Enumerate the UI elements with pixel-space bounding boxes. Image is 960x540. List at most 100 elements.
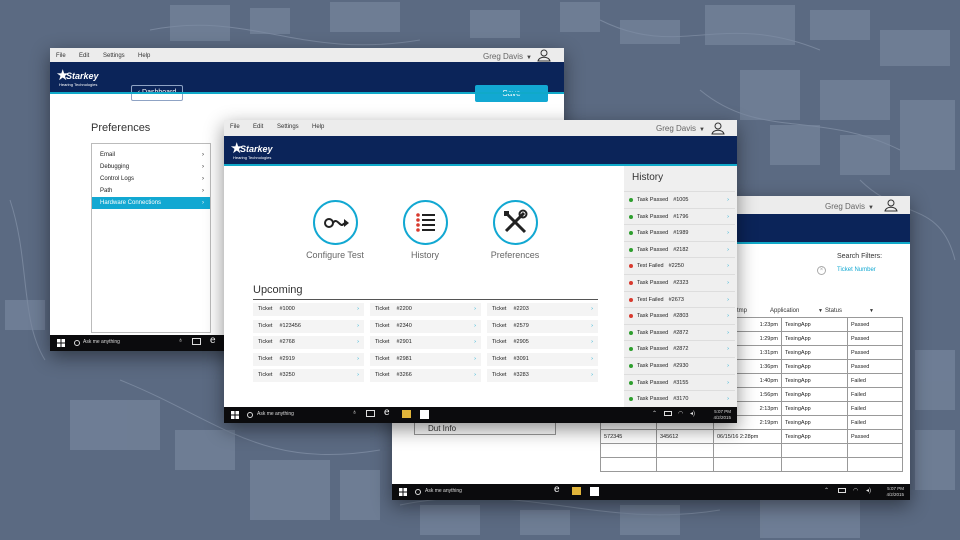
ticket-item[interactable]: Ticket #2768 › [253,336,364,349]
volume-icon[interactable]: ◂) [866,487,871,494]
ticket-item[interactable]: Ticket #2901 › [370,336,481,349]
user-menu[interactable]: Greg Davis ▼ [825,202,874,211]
ticket-label: Ticket [492,306,507,312]
file-explorer-icon[interactable] [402,410,411,418]
status-dot-icon [629,198,633,202]
history-item[interactable]: Test Failed #2673 › [624,290,735,307]
user-avatar-icon[interactable] [884,198,898,212]
pref-item-debugging[interactable]: Debugging › [92,161,210,173]
tray-chevron-icon[interactable]: ⌃ [824,487,829,494]
microphone-icon[interactable]: ♁ [352,409,357,416]
clear-filter-icon[interactable]: × [817,266,826,275]
tray-chevron-icon[interactable]: ⌃ [652,410,657,417]
menu-edit[interactable]: Edit [79,53,89,59]
history-status: Task Passed [637,197,669,203]
pref-item-email[interactable]: Email › [92,149,210,161]
history-item[interactable]: Task Passed #3155 › [624,373,735,390]
ticket-item[interactable]: Ticket #123456 › [253,319,364,333]
configure-test-tile[interactable]: Configure Test [290,200,380,260]
wifi-icon[interactable]: ◠ [678,410,683,417]
column-header-status[interactable]: Status ▼ [825,308,874,314]
taskbar-search[interactable]: Ask me anything [83,339,120,345]
pref-item-path[interactable]: Path › [92,185,210,197]
taskbar-search[interactable]: Ask me anything [425,488,462,494]
task-view-icon[interactable] [192,338,201,345]
taskbar-search[interactable]: Ask me anything [257,411,294,417]
chevron-right-icon: › [727,296,729,303]
history-item[interactable]: Test Failed #2250 › [624,257,735,273]
history-item[interactable]: Task Passed #3170 › [624,390,735,406]
status-dot-icon [629,214,633,219]
ticket-item[interactable]: Ticket #2919 › [253,352,364,366]
history-item[interactable]: Task Passed #2182 › [624,240,735,257]
edge-icon[interactable]: e [384,407,390,418]
ticket-item[interactable]: Ticket #3250 › [253,369,364,382]
ticket-item[interactable]: Ticket #1000 › [253,303,364,316]
dut-info-item[interactable]: Dut Info [414,422,556,435]
table-cell: Failed [847,415,903,430]
history-item[interactable]: Task Passed #2930 › [624,357,735,373]
history-item[interactable]: Task Passed #2323 › [624,274,735,290]
ticket-item[interactable]: Ticket #2200 › [370,303,481,316]
store-icon[interactable] [590,487,599,496]
pref-item-hardware-connections[interactable]: Hardware Connections › [92,197,210,209]
menu-settings[interactable]: Settings [277,124,299,130]
table-row[interactable] [600,457,903,472]
battery-icon[interactable] [838,488,846,493]
table-cell [713,443,782,458]
nav-bar: ★ Starkey Hearing Technologies ‹ Dashboa… [50,62,564,102]
windows-start-icon[interactable] [399,488,407,496]
user-menu[interactable]: Greg Davis ▼ [483,52,532,61]
user-menu[interactable]: Greg Davis ▼ [656,124,705,133]
preferences-tile[interactable]: Preferences [470,200,560,260]
history-status: Task Passed [637,329,669,336]
ticket-item[interactable]: Ticket #2340 › [370,319,481,333]
task-view-icon[interactable] [366,410,375,417]
menu-edit[interactable]: Edit [253,124,263,130]
file-explorer-icon[interactable] [572,487,581,495]
history-item[interactable]: Task Passed #2803 › [624,307,735,323]
history-tile[interactable]: History [380,200,470,260]
ticket-item[interactable]: Ticket #2905 › [487,336,598,349]
ticket-item[interactable]: Ticket #3283 › [487,369,598,382]
menu-file[interactable]: File [230,124,240,130]
history-item[interactable]: Task Passed #2872 › [624,323,735,340]
edge-icon[interactable]: e [210,335,216,346]
clock[interactable]: 5:07 PM 4/2/2015 [886,486,904,498]
chevron-right-icon: › [474,322,476,329]
microphone-icon[interactable]: ♁ [178,337,183,344]
battery-icon[interactable] [664,411,672,416]
ticket-item[interactable]: Ticket #3266 › [370,369,481,382]
ticket-item[interactable]: Ticket #2579 › [487,319,598,333]
history-item[interactable]: Task Passed #1989 › [624,224,735,240]
ticket-number: #2200 [396,306,412,312]
table-row[interactable]: 572345 345612 06/15/16 2:28pm TesingApp Pass… [600,429,903,444]
ticket-item[interactable]: Ticket #3091 › [487,352,598,366]
user-avatar-icon[interactable] [537,48,551,62]
menu-file[interactable]: File [56,53,66,59]
history-item[interactable]: Task Passed #1796 › [624,207,735,224]
history-item[interactable]: Task Passed #1005 › [624,191,735,207]
store-icon[interactable] [420,410,429,419]
menu-settings[interactable]: Settings [103,53,125,59]
column-header-timestamp[interactable]: tmp [737,308,747,314]
history-item[interactable]: Task Passed #2872 › [624,340,735,356]
user-avatar-icon[interactable] [711,121,725,135]
windows-start-icon[interactable] [57,339,65,347]
windows-start-icon[interactable] [231,411,239,419]
menu-help[interactable]: Help [312,124,324,130]
column-header-application[interactable]: Application ▼ [770,308,823,314]
table-cell [656,457,714,472]
pref-item-control-logs[interactable]: Control Logs › [92,173,210,185]
ticket-number-filter[interactable]: Ticket Number [837,267,876,273]
table-cell: 572345 [600,429,657,444]
volume-icon[interactable]: ◂) [690,410,695,417]
table-cell [600,457,657,472]
ticket-item[interactable]: Ticket #2981 › [370,352,481,366]
edge-icon[interactable]: e [554,484,560,495]
menu-help[interactable]: Help [138,53,150,59]
table-row[interactable] [600,443,903,458]
wifi-icon[interactable]: ◠ [853,487,858,494]
clock[interactable]: 5:07 PM 4/2/2015 [713,409,731,421]
ticket-item[interactable]: Ticket #2203 › [487,303,598,316]
